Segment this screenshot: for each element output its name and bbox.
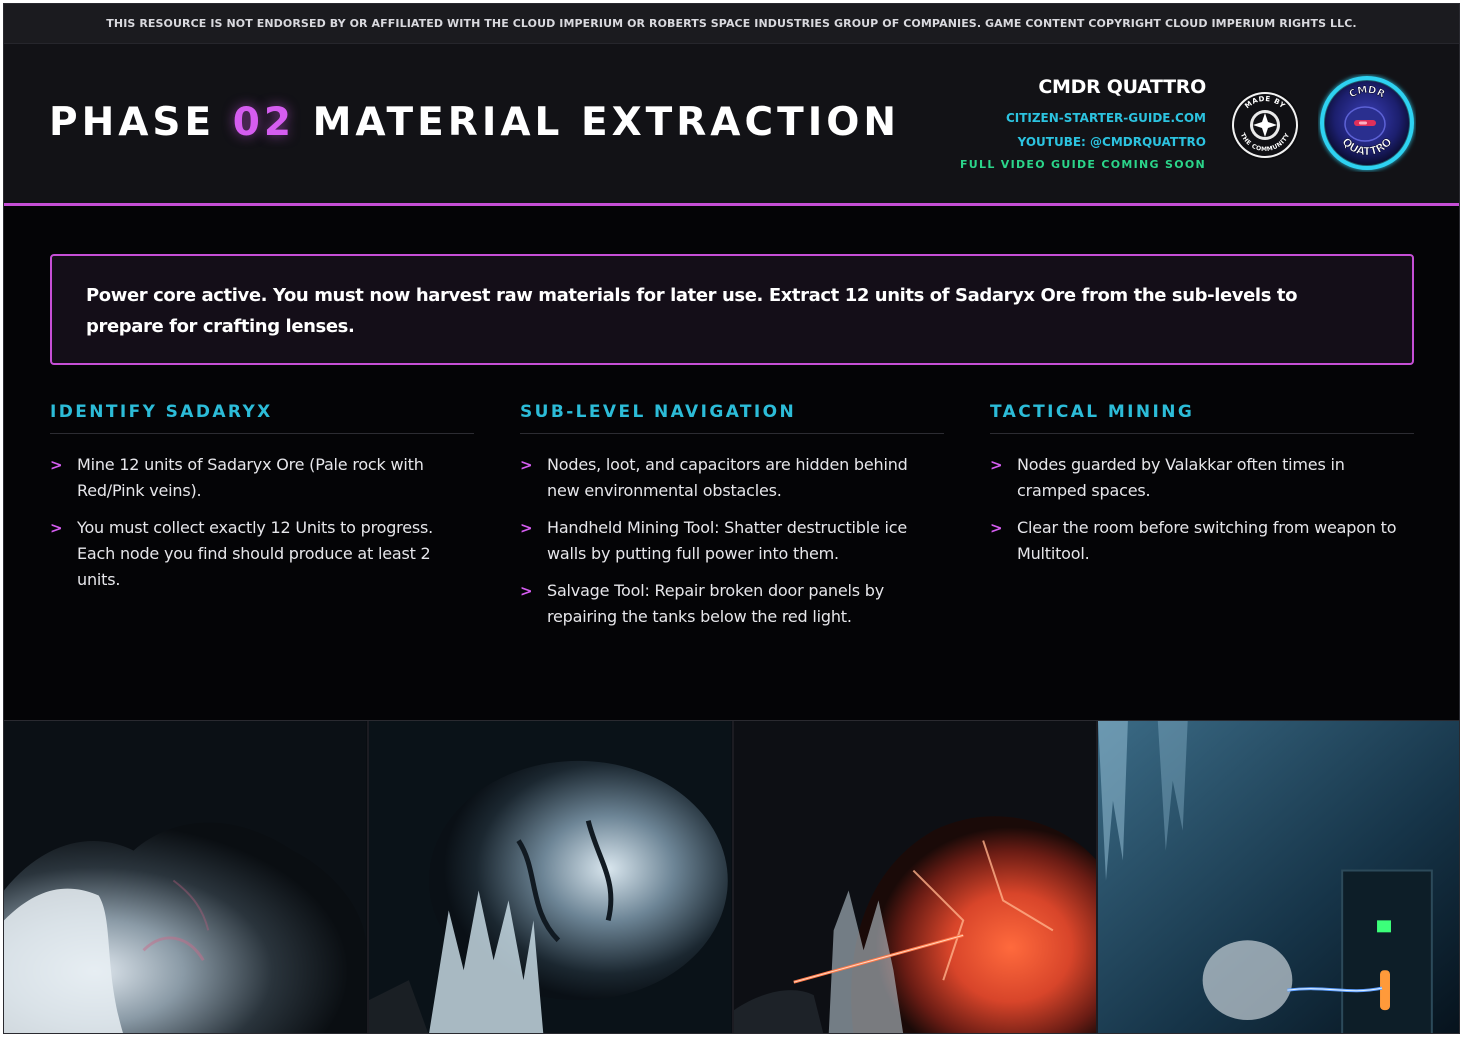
brand-name: CMDR QUATTRO	[1038, 76, 1206, 98]
section-heading: IDENTIFY SADARYX	[50, 402, 474, 434]
list-item: > You must collect exactly 12 Units to pr…	[50, 515, 474, 593]
chevron-right-icon: >	[520, 456, 533, 474]
chevron-right-icon: >	[990, 456, 1003, 474]
page-frame: THIS RESOURCE IS NOT ENDORSED BY OR AFFI…	[3, 3, 1460, 1034]
disclaimer-banner: THIS RESOURCE IS NOT ENDORSED BY OR AFFI…	[4, 4, 1459, 44]
section-tactical-mining: TACTICAL MINING > Nodes guarded by Valakk…	[990, 402, 1414, 578]
section-heading: SUB-LEVEL NAVIGATION	[520, 402, 944, 434]
screenshot-strip	[4, 720, 1459, 1033]
coming-soon-note: FULL VIDEO GUIDE COMING SOON	[959, 158, 1206, 171]
chevron-right-icon: >	[50, 519, 63, 537]
made-by-community-badge: MADE BY THE COMMUNITY	[1230, 90, 1300, 160]
section-sub-level-navigation: SUB-LEVEL NAVIGATION > Nodes, loot, and c…	[520, 402, 944, 641]
chevron-right-icon: >	[50, 456, 63, 474]
list-item: > Salvage Tool: Repair broken door panels…	[520, 578, 944, 630]
page-title: PHASE 02 MATERIAL EXTRACTION	[49, 100, 900, 145]
section-identify-sadaryx: IDENTIFY SADARYX > Mine 12 units of Sadar…	[50, 402, 474, 604]
cmdr-quattro-badge: CMDR QUATTRO	[1320, 76, 1414, 170]
mission-callout-text: Power core active. You must now harvest …	[86, 285, 1298, 337]
website-link[interactable]: CITIZEN-STARTER-GUIDE.COM	[960, 106, 1206, 130]
list-item: > Mine 12 units of Sadaryx Ore (Pale rock…	[50, 452, 474, 504]
screenshot-salvage-repair	[1098, 721, 1459, 1033]
list-item: > Nodes guarded by Valakkar often times i…	[990, 452, 1414, 504]
screenshot-ice-wall	[368, 721, 734, 1033]
chevron-right-icon: >	[520, 582, 533, 600]
list-item: > Clear the room before switching from we…	[990, 515, 1414, 567]
section-heading: TACTICAL MINING	[990, 402, 1414, 434]
brand-block: CMDR QUATTRO CITIZEN-STARTER-GUIDE.COM Y…	[960, 76, 1206, 176]
youtube-link[interactable]: YOUTUBE: @CMDRQUATTRO	[960, 130, 1206, 154]
chevron-right-icon: >	[990, 519, 1003, 537]
header: PHASE 02 MATERIAL EXTRACTION CMDR QUATTR…	[4, 44, 1459, 206]
title-suffix: MATERIAL EXTRACTION	[295, 100, 900, 145]
info-columns: IDENTIFY SADARYX > Mine 12 units of Sadar…	[50, 402, 1414, 722]
screenshot-mining-laser	[733, 721, 1099, 1033]
title-phase-number: 02	[232, 100, 295, 145]
list-item: > Nodes, loot, and capacitors are hidden …	[520, 452, 944, 504]
mission-callout: Power core active. You must now harvest …	[50, 254, 1414, 365]
chevron-right-icon: >	[520, 519, 533, 537]
screenshot-pale-ore-rock	[4, 721, 369, 1033]
title-prefix: PHASE	[49, 100, 233, 145]
list-item: > Handheld Mining Tool: Shatter destructi…	[520, 515, 944, 567]
